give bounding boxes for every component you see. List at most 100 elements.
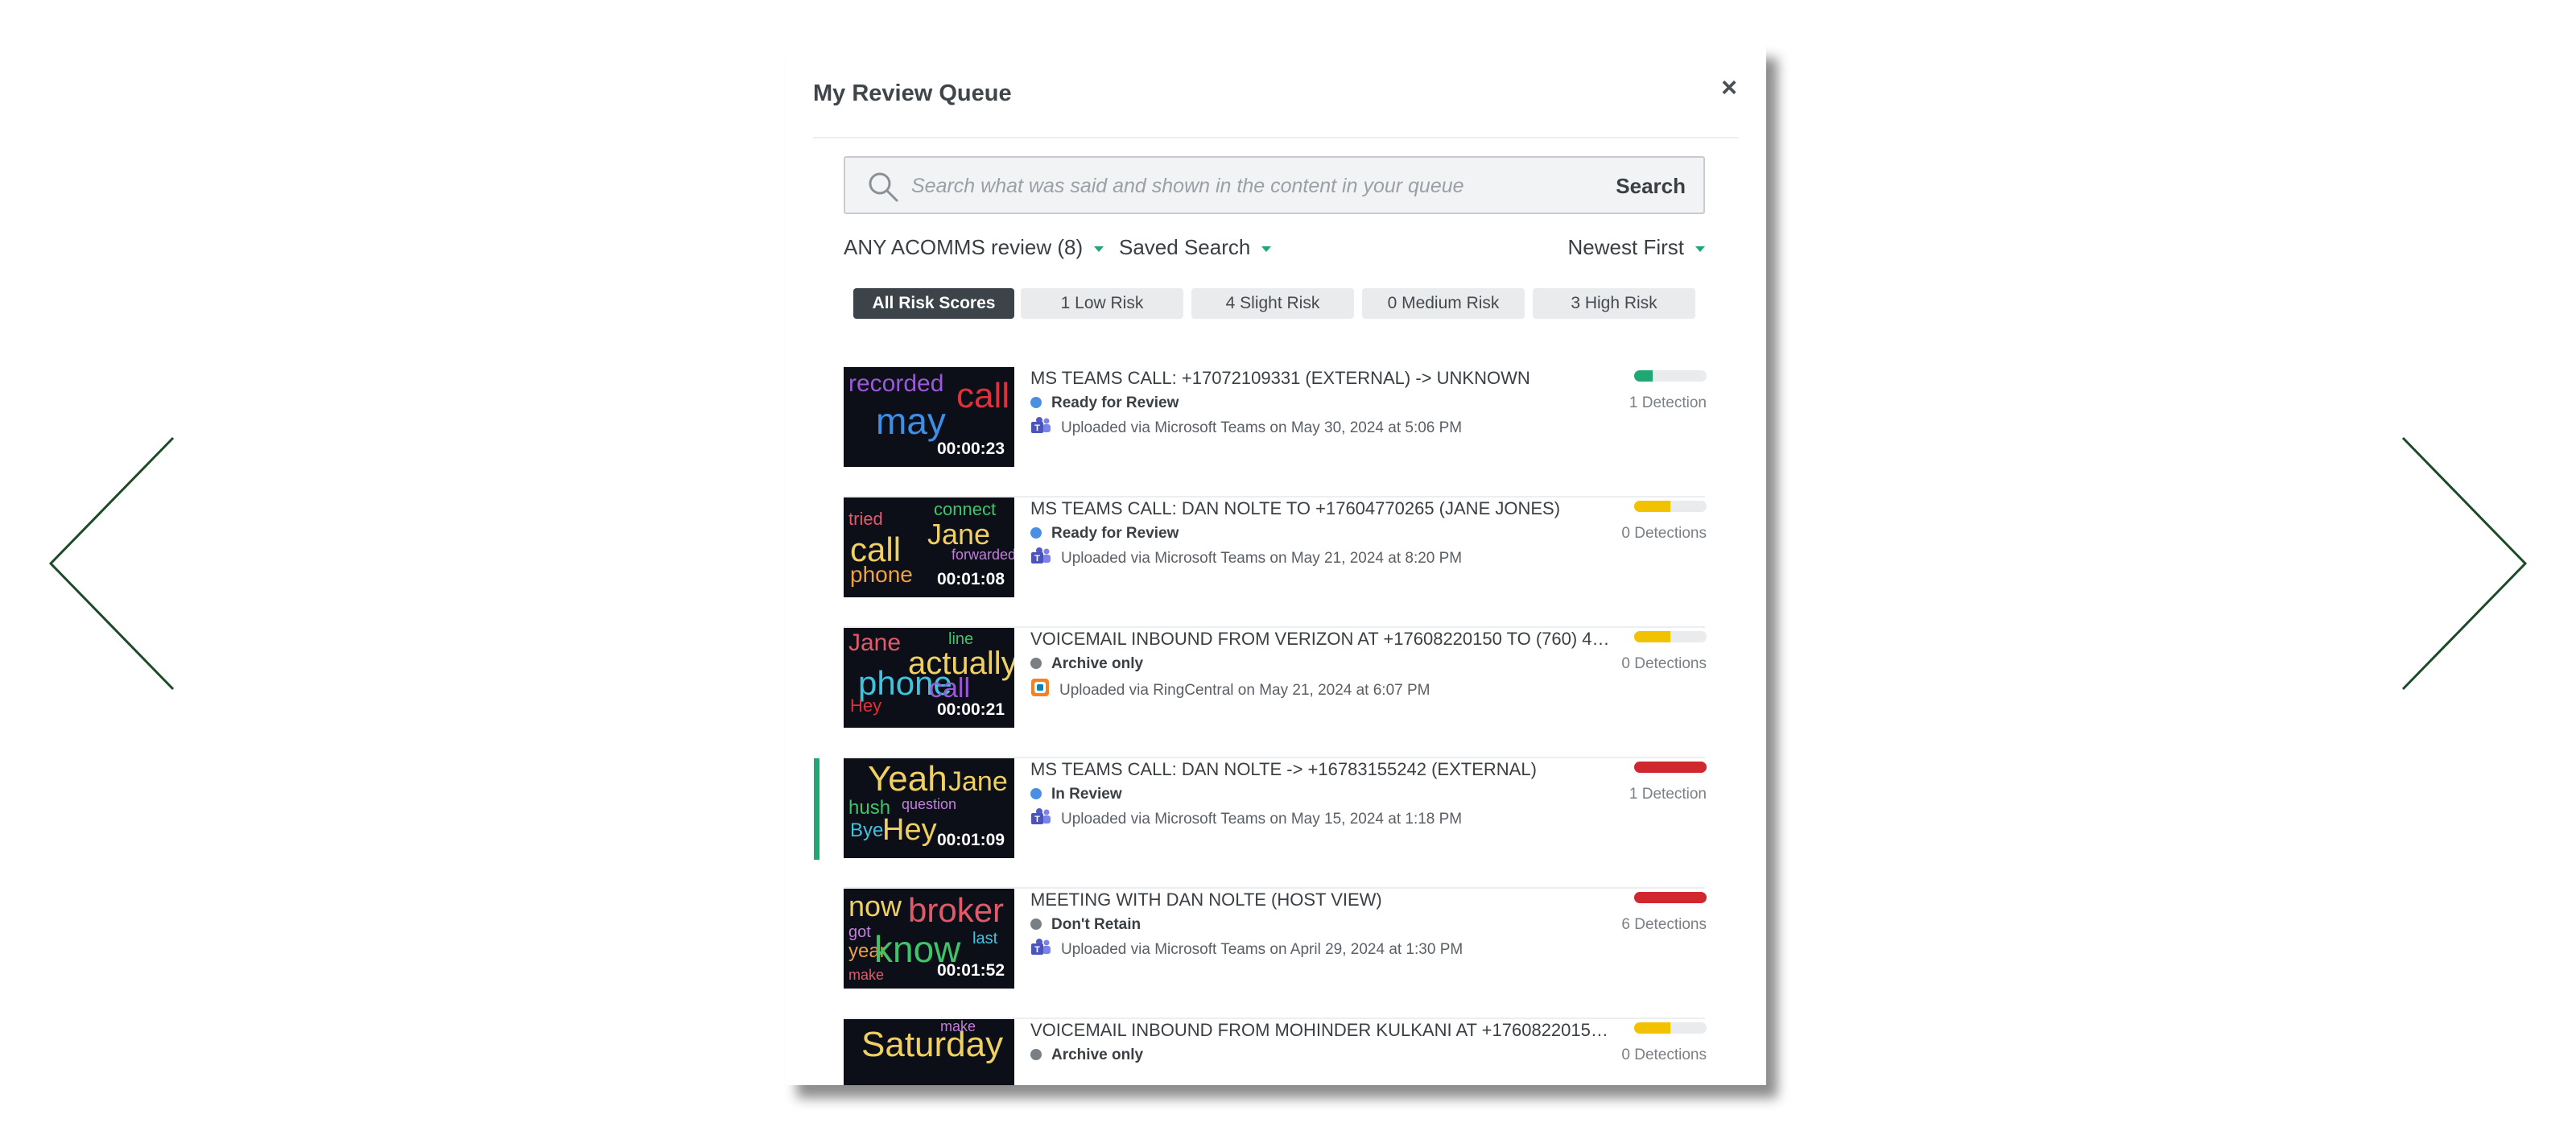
detections-count: 0 Detections bbox=[1621, 525, 1707, 542]
saved-search-label: Saved Search bbox=[1119, 235, 1251, 259]
queue-item[interactable]: recorded call may 00:00:23 MS TEAMS CALL: +1… bbox=[786, 367, 1766, 497]
review-filter-label: ANY ACOMMS review (8) bbox=[844, 235, 1084, 259]
item-info: VOICEMAIL INBOUND FROM MOHINDER KULKANI … bbox=[1030, 1019, 1626, 1066]
close-icon[interactable]: × bbox=[1721, 74, 1737, 101]
risk-bar-segment bbox=[1670, 370, 1689, 382]
status-badge: Archive only bbox=[1030, 1045, 1626, 1066]
risk-bar-segment bbox=[1688, 370, 1707, 382]
word-cloud-word: recorded bbox=[848, 370, 944, 397]
word-cloud-thumbnail[interactable]: now broker got year know last make 00:01:52 bbox=[844, 889, 1014, 989]
duration-label: 00:01:09 bbox=[936, 831, 1005, 849]
risk-level-bar bbox=[1634, 762, 1707, 773]
risk-bar-segment bbox=[1688, 1022, 1707, 1034]
sort-dropdown[interactable]: Newest First bbox=[1568, 235, 1705, 260]
item-title[interactable]: VOICEMAIL INBOUND FROM MOHINDER KULKANI … bbox=[1030, 1019, 1610, 1042]
word-cloud-word: call bbox=[956, 376, 1010, 415]
queue-item[interactable]: now broker got year know last make 00:01:52 MEET… bbox=[786, 889, 1766, 1019]
status-text: Ready for Review bbox=[1051, 394, 1179, 411]
status-badge: In Review bbox=[1030, 784, 1626, 805]
word-cloud-word: Hey bbox=[882, 813, 937, 847]
upload-info: T Uploaded via Microsoft Teams on May 30,… bbox=[1030, 417, 1626, 439]
review-filter-dropdown[interactable]: ANY ACOMMS review (8) bbox=[844, 235, 1104, 260]
queue-item[interactable]: Yeah Jane hush question Bye Hey 00:01:09 MS TEA… bbox=[786, 758, 1766, 889]
search-input[interactable] bbox=[911, 167, 1571, 204]
saved-search-dropdown[interactable]: Saved Search bbox=[1119, 235, 1272, 260]
upload-text: Uploaded via RingCentral on May 21, 2024… bbox=[1059, 682, 1430, 699]
item-title[interactable]: MS TEAMS CALL: DAN NOLTE -> +16783155242… bbox=[1030, 758, 1610, 781]
word-cloud-word: question bbox=[902, 796, 957, 812]
next-arrow-icon[interactable] bbox=[2395, 435, 2532, 692]
word-cloud-word: make bbox=[848, 967, 885, 983]
word-cloud-word: Yeah bbox=[868, 759, 947, 799]
risk-bar-segment bbox=[1688, 501, 1707, 512]
duration-label: 00:01:08 bbox=[936, 570, 1005, 588]
detections-count: 6 Detections bbox=[1621, 916, 1707, 933]
duration-label: 00:01:52 bbox=[936, 961, 1005, 980]
queue-item[interactable]: Saturday make VOICEMAIL INBOUND FROM MOHIN… bbox=[786, 1019, 1766, 1085]
item-info: VOICEMAIL INBOUND FROM VERIZON AT +17608… bbox=[1030, 628, 1626, 701]
word-cloud-thumbnail[interactable]: Saturday make bbox=[844, 1019, 1014, 1085]
risk-bar-segment bbox=[1688, 631, 1707, 642]
chip-medium-risk[interactable]: 0 Medium Risk bbox=[1362, 288, 1525, 319]
queue-item[interactable]: JanelineactuallyphonecallHeytrying00:00:… bbox=[786, 628, 1766, 758]
item-title[interactable]: MEETING WITH DAN NOLTE (HOST VIEW) bbox=[1030, 889, 1610, 911]
word-cloud-word: call bbox=[929, 673, 971, 704]
word-cloud-word: now bbox=[848, 890, 902, 923]
status-text: Ready for Review bbox=[1051, 525, 1179, 542]
ringcentral-icon bbox=[1031, 679, 1049, 696]
word-cloud-thumbnail[interactable]: recorded call may 00:00:23 bbox=[844, 367, 1014, 467]
filter-bar: ANY ACOMMS review (8) Saved Search Newes… bbox=[844, 229, 1705, 264]
teams-icon: T bbox=[1031, 939, 1051, 955]
duration-label: 00:00:21 bbox=[936, 700, 1005, 719]
item-title[interactable]: MS TEAMS CALL: DAN NOLTE TO +17604770265… bbox=[1030, 497, 1610, 520]
risk-bar-segment bbox=[1670, 631, 1689, 642]
upload-text: Uploaded via Microsoft Teams on May 30, … bbox=[1061, 419, 1463, 436]
previous-arrow-icon[interactable] bbox=[44, 435, 181, 692]
chip-high-risk[interactable]: 3 High Risk bbox=[1533, 288, 1695, 319]
item-info: MS TEAMS CALL: +17072109331 (EXTERNAL) -… bbox=[1030, 367, 1626, 439]
panel-title: My Review Queue bbox=[813, 80, 1012, 106]
risk-level-bar bbox=[1634, 1022, 1707, 1034]
upload-text: Uploaded via Microsoft Teams on May 15, … bbox=[1061, 811, 1463, 828]
word-cloud-word: make bbox=[940, 1019, 976, 1034]
teams-icon: T bbox=[1031, 547, 1051, 564]
detections-count: 0 Detections bbox=[1621, 655, 1707, 672]
status-dot-icon bbox=[1030, 397, 1042, 408]
chip-all-risk-scores[interactable]: All Risk Scores bbox=[853, 288, 1014, 319]
status-dot-icon bbox=[1030, 788, 1042, 799]
item-title[interactable]: VOICEMAIL INBOUND FROM VERIZON AT +17608… bbox=[1030, 628, 1610, 650]
upload-text: Uploaded via Microsoft Teams on April 29… bbox=[1061, 941, 1463, 958]
word-cloud-thumbnail[interactable]: tried connect Jane call forwarded phone 00:01:… bbox=[844, 497, 1014, 597]
svg-text:T: T bbox=[1034, 815, 1040, 824]
status-text: Archive only bbox=[1051, 655, 1144, 672]
status-dot-icon bbox=[1030, 919, 1042, 930]
chip-low-risk[interactable]: 1 Low Risk bbox=[1021, 288, 1183, 319]
status-badge: Don't Retain bbox=[1030, 914, 1626, 935]
risk-bar-segment bbox=[1652, 892, 1670, 903]
item-info: MS TEAMS CALL: DAN NOLTE TO +17604770265… bbox=[1030, 497, 1626, 569]
chevron-down-icon bbox=[1094, 246, 1104, 252]
word-cloud-word: got bbox=[848, 923, 871, 941]
word-cloud-thumbnail[interactable]: JanelineactuallyphonecallHeytrying00:00:… bbox=[844, 628, 1014, 728]
word-cloud-word: tried bbox=[848, 509, 883, 529]
search-button[interactable]: Search bbox=[1616, 174, 1686, 199]
risk-bar-segment bbox=[1652, 370, 1670, 382]
word-cloud-word: may bbox=[876, 400, 946, 442]
teams-icon: T bbox=[1031, 808, 1051, 824]
upload-info: T Uploaded via Microsoft Teams on April 2… bbox=[1030, 939, 1626, 960]
chip-slight-risk[interactable]: 4 Slight Risk bbox=[1191, 288, 1354, 319]
risk-bar-segment bbox=[1688, 892, 1707, 903]
word-cloud-thumbnail[interactable]: Yeah Jane hush question Bye Hey 00:01:09 bbox=[844, 758, 1014, 858]
status-badge: Ready for Review bbox=[1030, 523, 1626, 544]
item-info: MS TEAMS CALL: DAN NOLTE -> +16783155242… bbox=[1030, 758, 1626, 830]
status-dot-icon bbox=[1030, 1049, 1042, 1060]
item-title[interactable]: MS TEAMS CALL: +17072109331 (EXTERNAL) -… bbox=[1030, 367, 1610, 390]
item-info: MEETING WITH DAN NOLTE (HOST VIEW) Don't … bbox=[1030, 889, 1626, 960]
risk-bar-segment bbox=[1670, 762, 1689, 773]
status-badge: Archive only bbox=[1030, 654, 1626, 675]
svg-text:T: T bbox=[1034, 554, 1040, 564]
queue-item[interactable]: tried connect Jane call forwarded phone 00:01:… bbox=[786, 497, 1766, 628]
status-text: In Review bbox=[1051, 786, 1122, 803]
upload-info: T Uploaded via Microsoft Teams on May 21,… bbox=[1030, 547, 1626, 569]
word-cloud-word: broker bbox=[908, 891, 1005, 929]
